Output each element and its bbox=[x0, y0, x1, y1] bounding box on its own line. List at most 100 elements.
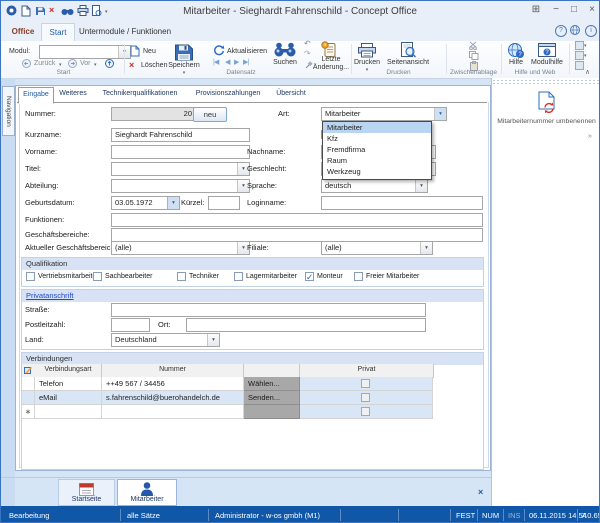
save-icon[interactable] bbox=[174, 43, 194, 64]
titel-combobox[interactable]: ▾ bbox=[111, 162, 250, 176]
vorname-field[interactable] bbox=[111, 145, 250, 159]
module-help-icon[interactable]: ? bbox=[538, 43, 556, 60]
table-cell-art[interactable]: Telefon bbox=[35, 377, 102, 391]
sachbearbeiter-checkbox[interactable] bbox=[93, 272, 102, 281]
privat-checkbox[interactable] bbox=[361, 407, 370, 416]
freier-mitarbeiter-checkbox[interactable] bbox=[354, 272, 363, 281]
record-next-icon[interactable]: ▶ bbox=[234, 58, 238, 66]
close-icon[interactable]: × bbox=[584, 4, 600, 15]
pin-window-icon[interactable]: ⊞ bbox=[528, 4, 544, 15]
record-last-icon[interactable]: ▶| bbox=[243, 58, 248, 66]
chevron-down-icon[interactable]: ▾ bbox=[167, 197, 179, 209]
tab-office[interactable]: Office bbox=[7, 23, 39, 40]
privatanschrift-header-link[interactable]: Privatanschrift bbox=[26, 291, 74, 300]
view-tab-mitarbeiter[interactable]: Mitarbeiter bbox=[117, 479, 177, 506]
chevron-down-icon[interactable]: ▾ bbox=[434, 108, 446, 120]
rename-number-icon[interactable] bbox=[536, 91, 558, 115]
sprache-combobox[interactable]: deutsch ▾ bbox=[321, 179, 428, 193]
redo-icon[interactable]: ↷ bbox=[304, 49, 311, 58]
geschaeftsbereiche-field[interactable] bbox=[111, 228, 483, 242]
art-option-mitarbeiter[interactable]: Mitarbeiter bbox=[323, 122, 431, 133]
help-button[interactable]: Hilfe bbox=[504, 59, 528, 66]
view-tab-startseite[interactable]: Startseite bbox=[58, 479, 115, 506]
nummer-field[interactable]: 20 bbox=[111, 107, 196, 121]
tab-start[interactable]: Start bbox=[41, 23, 75, 41]
mini-tool-icon[interactable] bbox=[575, 61, 584, 70]
chevron-down-icon[interactable]: ▾ bbox=[207, 334, 219, 346]
mini-dropdown-icon[interactable]: ▾ bbox=[584, 43, 587, 49]
column-header-nummer[interactable]: Nummer bbox=[102, 364, 244, 378]
help-icon[interactable]: ? bbox=[555, 25, 567, 37]
techniker-checkbox[interactable] bbox=[177, 272, 186, 281]
table-corner-cell[interactable] bbox=[21, 364, 36, 378]
form-tab-eingabe[interactable]: Eingabe bbox=[18, 87, 54, 104]
privat-checkbox[interactable] bbox=[361, 393, 370, 402]
last-change-button-line1[interactable]: Letzte bbox=[313, 56, 349, 63]
refresh-button[interactable]: Aktualisieren bbox=[227, 48, 267, 55]
navigation-tab[interactable]: Navigation bbox=[2, 86, 15, 136]
art-option-raum[interactable]: Raum bbox=[323, 155, 431, 166]
print-button[interactable]: Drucken bbox=[351, 59, 383, 66]
kurzname-field[interactable]: Sieghardt Fahrenschild bbox=[111, 128, 250, 142]
strasse-field[interactable] bbox=[111, 303, 426, 317]
task-pane-chevron-icon[interactable]: » bbox=[588, 133, 592, 140]
info-icon[interactable]: i bbox=[585, 25, 597, 37]
row-selector[interactable] bbox=[21, 377, 35, 391]
refresh-icon[interactable] bbox=[213, 45, 225, 59]
rename-number-action[interactable]: Mitarbeiternummer umbenennen bbox=[493, 118, 600, 125]
chevron-down-icon[interactable]: ▾ bbox=[415, 180, 427, 192]
vertriebsmitarbeiter-checkbox[interactable] bbox=[26, 272, 35, 281]
form-tab-technikerqualifikationen[interactable]: Technikerqualifikationen bbox=[94, 87, 186, 101]
up-circle-icon[interactable] bbox=[105, 59, 114, 70]
ort-field[interactable] bbox=[186, 318, 426, 332]
filiale-combobox[interactable]: (alle) ▾ bbox=[321, 241, 433, 255]
abteilung-combobox[interactable]: ▾ bbox=[111, 179, 250, 193]
mini-tool-icon[interactable] bbox=[575, 41, 584, 50]
delete-record-icon[interactable]: × bbox=[129, 61, 134, 70]
tab-untermodule[interactable]: Untermodule / Funktionen bbox=[77, 23, 173, 40]
monteur-checkbox[interactable]: ✓ bbox=[305, 272, 314, 281]
column-header-action[interactable] bbox=[244, 364, 300, 378]
geburtsdatum-datepicker[interactable]: 03.05.1972 ▾ bbox=[111, 196, 180, 210]
lagermitarbeiter-checkbox[interactable] bbox=[234, 272, 243, 281]
collapse-ribbon-icon[interactable]: ∧ bbox=[585, 68, 590, 76]
module-help-button[interactable]: Modulhilfe bbox=[529, 59, 565, 66]
table-cell-nummer[interactable]: s.fahrenschild@buerohandelch.de bbox=[102, 391, 244, 405]
task-pane-grip[interactable] bbox=[492, 79, 600, 86]
art-option-werkzeug[interactable]: Werkzeug bbox=[323, 166, 431, 177]
table-cell-nummer[interactable] bbox=[102, 405, 244, 419]
loginname-field[interactable] bbox=[321, 196, 483, 210]
forward-button[interactable]: Vor bbox=[80, 60, 91, 67]
print-preview-button[interactable]: Seitenansicht bbox=[383, 59, 433, 66]
land-combobox[interactable]: Deutschland ▾ bbox=[111, 333, 220, 347]
search-icon[interactable] bbox=[273, 42, 297, 59]
table-cell-art[interactable]: eMail bbox=[35, 391, 102, 405]
art-option-kfz[interactable]: Kfz bbox=[323, 133, 431, 144]
form-tab-weiteres[interactable]: Weiteres bbox=[54, 87, 92, 101]
search-button[interactable]: Suchen bbox=[265, 59, 305, 66]
dial-button[interactable]: Wählen... bbox=[244, 377, 300, 391]
mini-tool-icon[interactable] bbox=[575, 51, 584, 60]
privat-checkbox[interactable] bbox=[361, 379, 370, 388]
new-row-marker[interactable]: ∗ bbox=[21, 405, 35, 419]
last-change-button-line2[interactable]: Änderung... bbox=[309, 64, 353, 71]
mini-dropdown-icon[interactable]: ▾ bbox=[584, 53, 587, 59]
form-tab-provisionszahlungen[interactable]: Provisionszahlungen bbox=[188, 87, 268, 101]
neu-button[interactable]: neu bbox=[193, 107, 227, 122]
record-first-icon[interactable]: |◀ bbox=[213, 58, 218, 66]
art-option-fremdfirma[interactable]: Fremdfirma bbox=[323, 144, 431, 155]
back-button[interactable]: Zurück bbox=[34, 60, 55, 67]
new-record-icon[interactable] bbox=[130, 45, 140, 59]
undo-icon[interactable]: ↶ bbox=[304, 39, 311, 48]
column-header-privat[interactable]: Privat bbox=[300, 364, 434, 378]
close-view-icon[interactable]: × bbox=[478, 487, 483, 497]
art-combobox[interactable]: Mitarbeiter ▾ bbox=[321, 107, 447, 121]
modul-combobox[interactable]: ▾ bbox=[39, 45, 131, 59]
kuerzel-field[interactable] bbox=[208, 196, 240, 210]
new-button[interactable]: Neu bbox=[143, 48, 156, 55]
record-prev-icon[interactable]: ◀ bbox=[225, 58, 229, 66]
form-tab-uebersicht[interactable]: Übersicht bbox=[270, 87, 312, 101]
forward-dropdown-icon[interactable]: ▾ bbox=[94, 62, 97, 68]
print-preview-icon[interactable] bbox=[399, 42, 417, 60]
back-dropdown-icon[interactable]: ▾ bbox=[59, 62, 62, 68]
